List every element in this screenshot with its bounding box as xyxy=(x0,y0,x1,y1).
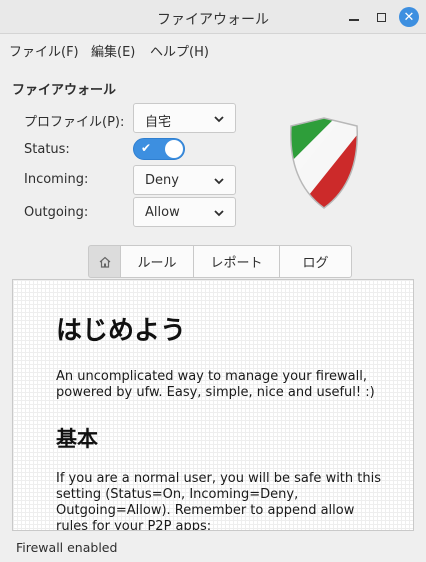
chevron-down-icon xyxy=(214,178,224,185)
content-pane[interactable]: はじめよう An uncomplicated way to manage you… xyxy=(12,279,414,531)
basic-line-2: setting (Status=On, Incoming=Deny, xyxy=(56,487,299,502)
basic-line-1: If you are a normal user, you will be sa… xyxy=(56,471,381,486)
check-icon: ✔ xyxy=(141,141,152,155)
intro-line-1: An uncomplicated way to manage your fire… xyxy=(56,369,367,384)
tab-log[interactable]: ログ xyxy=(280,245,352,278)
profile-value: 自宅 xyxy=(145,115,172,130)
outgoing-label: Outgoing: xyxy=(24,205,89,220)
close-icon: ✕ xyxy=(403,9,415,25)
status-toggle[interactable]: ✔ xyxy=(133,138,185,160)
content-heading: はじめよう xyxy=(56,316,187,346)
chevron-down-icon xyxy=(214,116,224,123)
status-label: Status: xyxy=(24,142,70,157)
home-icon xyxy=(99,256,110,268)
incoming-combo[interactable]: Deny xyxy=(133,165,236,195)
profile-label: プロファイル(P): xyxy=(24,115,125,130)
minimize-button[interactable] xyxy=(345,8,363,26)
maximize-icon xyxy=(376,12,386,22)
section-title: ファイアウォール xyxy=(12,83,117,98)
close-button[interactable]: ✕ xyxy=(399,7,419,27)
intro-line-2: powered by ufw. Easy, simple, nice and u… xyxy=(56,385,375,400)
menu-edit[interactable]: 編集(E) xyxy=(91,41,135,60)
chevron-down-icon xyxy=(214,210,224,217)
tab-rules[interactable]: ルール xyxy=(121,245,194,278)
maximize-button[interactable] xyxy=(372,8,390,26)
content-body: はじめよう An uncomplicated way to manage you… xyxy=(56,310,386,531)
basic-line-4: rules for your P2P apps: xyxy=(56,519,212,531)
menu-help[interactable]: ヘルプ(H) xyxy=(150,41,209,60)
incoming-label: Incoming: xyxy=(24,172,89,187)
tab-report[interactable]: レポート xyxy=(194,245,280,278)
status-bar-text: Firewall enabled xyxy=(16,540,118,555)
outgoing-combo[interactable]: Allow xyxy=(133,197,236,227)
menu-file[interactable]: ファイル(F) xyxy=(9,41,79,60)
toggle-knob xyxy=(165,140,183,158)
menu-bar: ファイル(F) 編集(E) ヘルプ(H) xyxy=(0,34,426,64)
view-tabs: ルール レポート ログ xyxy=(88,245,352,278)
incoming-value: Deny xyxy=(145,173,179,188)
minimize-icon xyxy=(349,19,359,21)
title-bar: ファイアウォール ✕ xyxy=(0,0,426,34)
basic-line-3: Outgoing=Allow). Remember to append allo… xyxy=(56,503,355,518)
tab-home[interactable] xyxy=(88,245,121,278)
profile-combo[interactable]: 自宅 xyxy=(133,103,236,133)
content-subheading: 基本 xyxy=(56,427,98,451)
shield-icon xyxy=(290,117,358,209)
outgoing-value: Allow xyxy=(145,205,180,220)
